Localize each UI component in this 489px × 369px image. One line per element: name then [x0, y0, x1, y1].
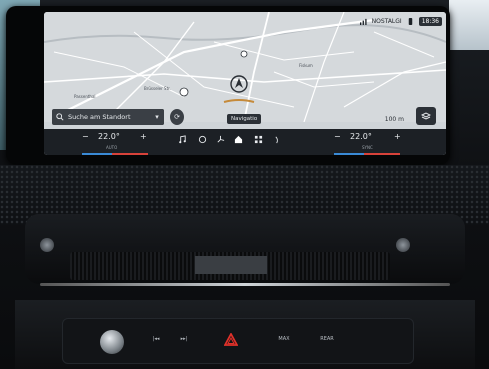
- temp-right-plus[interactable]: +: [394, 132, 401, 141]
- map-label-1: Passenthal: [74, 94, 96, 99]
- seat-heat-icon[interactable]: [274, 135, 283, 144]
- climate-bar: − 22.0° AUTO + − 22.0° SYNC +: [44, 129, 446, 155]
- prev-track-button[interactable]: |◂◂: [148, 333, 164, 347]
- map-scale: 100 m: [384, 116, 404, 123]
- infotainment-screen: Passenthal Fiskum Brüsseler Str. NOSTALG…: [44, 12, 446, 155]
- vent-knob-right[interactable]: [396, 238, 410, 252]
- map-label-3: Brüsseler Str.: [144, 86, 171, 91]
- hazard-icon[interactable]: [224, 333, 238, 346]
- temp-right-minus[interactable]: −: [334, 132, 341, 141]
- recenter-button[interactable]: ⟳: [170, 109, 184, 125]
- max-defrost-button[interactable]: MAX: [276, 333, 292, 347]
- side-window-right: [449, 0, 489, 50]
- music-icon[interactable]: [178, 135, 187, 144]
- map-label-2: Fiskum: [299, 63, 313, 68]
- signal-icon: [359, 18, 367, 25]
- max-defrost-label: MAX: [278, 336, 290, 343]
- refresh-icon: ⟳: [174, 113, 180, 121]
- search-bar[interactable]: Suche am Standort: [52, 109, 164, 125]
- fan-icon[interactable]: [216, 135, 225, 144]
- search-options-button[interactable]: ▾: [150, 109, 164, 125]
- rear-defrost-button[interactable]: REAR: [318, 333, 336, 347]
- next-track-button[interactable]: ▸▸|: [176, 333, 192, 347]
- clock: 18:36: [418, 16, 442, 26]
- chrome-trim: [40, 283, 450, 286]
- vent-center-panel: [195, 256, 267, 274]
- next-track-label: ▸▸|: [180, 336, 188, 343]
- navigation-map[interactable]: Passenthal Fiskum Brüsseler Str.: [44, 12, 446, 122]
- left-heat-bar: [112, 153, 148, 155]
- temp-left[interactable]: 22.0°: [98, 132, 120, 141]
- temp-left-mode: AUTO: [106, 145, 118, 150]
- chevron-down-icon: ▾: [155, 113, 159, 121]
- temp-right-mode: SYNC: [362, 145, 373, 150]
- status-bar: NOSTALGI 18:36: [359, 15, 442, 27]
- navigation-mode-label[interactable]: Navigatio: [227, 114, 262, 124]
- phone-call-icon[interactable]: [198, 135, 207, 144]
- temp-left-minus[interactable]: −: [82, 132, 89, 141]
- right-heat-bar: [364, 153, 400, 155]
- phone-icon: [408, 17, 412, 25]
- search-input[interactable]: Suche am Standort: [68, 113, 131, 121]
- rear-defrost-label: REAR: [320, 336, 334, 343]
- temp-left-plus[interactable]: +: [140, 132, 147, 141]
- map-layer-icon: [421, 112, 431, 120]
- map-layer-button[interactable]: [416, 107, 436, 125]
- left-cool-bar: [82, 153, 112, 155]
- home-icon[interactable]: [234, 135, 243, 144]
- vent-knob-left[interactable]: [40, 238, 54, 252]
- network-name: NOSTALGI: [371, 17, 402, 25]
- volume-knob[interactable]: [100, 330, 124, 354]
- temp-right[interactable]: 22.0°: [350, 132, 372, 141]
- apps-grid-icon[interactable]: [254, 135, 263, 144]
- prev-track-label: |◂◂: [152, 336, 160, 343]
- search-icon: [56, 113, 64, 121]
- right-cool-bar: [334, 153, 364, 155]
